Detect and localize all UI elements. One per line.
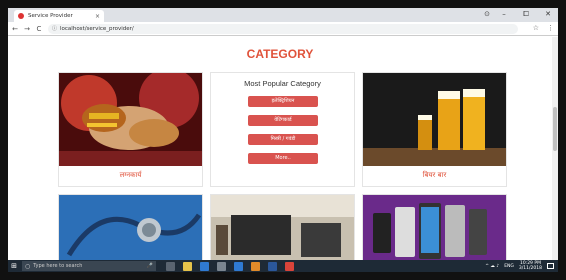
window-controls: – ⧠ ✕ (498, 10, 554, 19)
browser-window: Service Provider × ⊙ – ⧠ ✕ ← → C ⓘ local… (8, 8, 558, 272)
tab-close-icon[interactable]: × (95, 13, 100, 20)
card-label: बियर बार (422, 171, 447, 179)
toolbar-right: ☆ ⋮ (533, 24, 554, 32)
clock[interactable]: 10:29 PM 3/11/2018 (519, 261, 542, 271)
tab-strip: Service Provider × ⊙ – ⧠ ✕ (8, 8, 558, 22)
electrician-button[interactable]: इलेक्ट्रिशियन (248, 96, 318, 107)
category-card-beer-bar[interactable]: बियर बार (362, 72, 507, 187)
reload-button[interactable]: C (34, 25, 44, 33)
page-content: CATEGORY लग्नकार्य Most Popular Category… (8, 37, 558, 260)
edge-icon[interactable] (200, 261, 209, 271)
category-card-wedding[interactable]: लग्नकार्य (58, 72, 203, 187)
category-card-doctor[interactable] (58, 194, 203, 260)
language-indicator[interactable]: ENG (504, 264, 514, 269)
search-placeholder: Type here to search (33, 263, 83, 269)
settings-icon[interactable] (217, 261, 226, 271)
beer-bar-image (363, 73, 506, 166)
popular-category-card: Most Popular Category इलेक्ट्रिशियन वेटि… (210, 72, 355, 187)
favicon-icon (18, 13, 24, 19)
card-label: लग्नकार्य (119, 171, 142, 179)
info-icon[interactable]: ⓘ (52, 25, 57, 32)
printing-press-image (211, 195, 354, 260)
bookmark-star-icon[interactable]: ☆ (533, 24, 539, 32)
url-input[interactable]: ⓘ localhost/service_provider/ (48, 23, 518, 34)
tray-icons[interactable]: ^ ☁ ♪ (485, 264, 499, 269)
microphone-icon[interactable]: 🎤 (147, 263, 153, 269)
sublime-icon[interactable] (251, 261, 260, 271)
category-card-printing[interactable] (210, 194, 355, 260)
mobile-phones-image (363, 195, 506, 260)
taskbar-search-input[interactable]: ○ Type here to search 🎤 (22, 261, 156, 271)
browser-tab[interactable]: Service Provider × (14, 10, 104, 22)
forward-button[interactable]: → (22, 25, 32, 33)
clock-date: 3/11/2018 (518, 266, 542, 271)
word-icon[interactable] (268, 261, 277, 271)
address-bar-row: ← → C ⓘ localhost/service_provider/ ☆ ⋮ (8, 22, 558, 36)
mason-button[interactable]: मिस्त्री / गवंडी (248, 134, 318, 145)
notifications-icon[interactable] (547, 263, 554, 269)
browser-menu-icon[interactable]: ⋮ (547, 24, 554, 32)
taskbar-apps (166, 261, 294, 271)
system-tray: ^ ☁ ♪ ENG 10:29 PM 3/11/2018 (485, 261, 554, 271)
stethoscope-image (59, 195, 202, 260)
search-icon: ○ (25, 262, 31, 270)
task-view-icon[interactable] (166, 261, 175, 271)
close-window-button[interactable]: ✕ (542, 10, 554, 19)
minimize-button[interactable]: – (498, 10, 510, 19)
page-title: CATEGORY (246, 47, 314, 61)
popular-title: Most Popular Category (244, 79, 321, 88)
more-button[interactable]: More.. (248, 153, 318, 164)
store-icon[interactable] (234, 261, 243, 271)
scrollbar-thumb[interactable] (553, 107, 557, 151)
category-card-mobile[interactable] (362, 194, 507, 260)
tab-title: Service Provider (28, 13, 73, 19)
restore-button[interactable]: ⧠ (520, 10, 532, 19)
back-button[interactable]: ← (10, 25, 20, 33)
chrome-icon[interactable] (285, 261, 294, 271)
wedding-card-button[interactable]: वेटिंगकार्ड (248, 115, 318, 126)
url-text: localhost/service_provider/ (60, 25, 134, 32)
file-explorer-icon[interactable] (183, 261, 192, 271)
wedding-image (59, 73, 202, 166)
page-scrollbar[interactable] (552, 37, 558, 260)
start-icon[interactable]: ⊞ (8, 262, 20, 270)
windows-taskbar: ⊞ ○ Type here to search 🎤 ^ ☁ ♪ ENG 10:2… (8, 260, 558, 272)
profile-icon[interactable]: ⊙ (484, 10, 490, 18)
